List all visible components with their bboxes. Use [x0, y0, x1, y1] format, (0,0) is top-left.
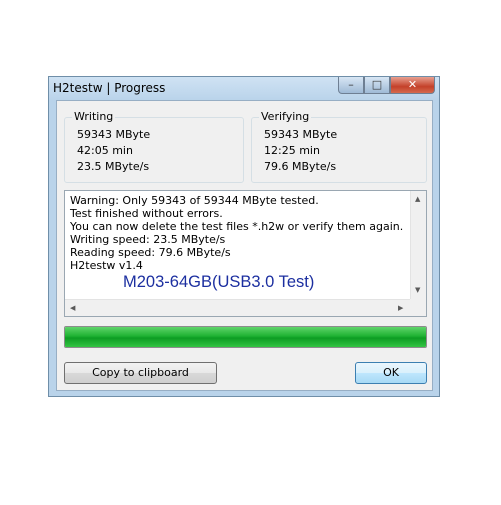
progress-window: H2testw | Progress – □ ✕ Writing 59343 M…	[48, 76, 440, 397]
scroll-right-icon[interactable]: ▶	[398, 304, 403, 312]
minimize-button[interactable]: –	[338, 77, 364, 94]
horizontal-scrollbar[interactable]: ◀ ▶	[65, 299, 411, 316]
verifying-time: 12:25 min	[264, 144, 320, 157]
writing-group: Writing 59343 MByte 42:05 min 23.5 MByte…	[64, 110, 244, 183]
ok-button[interactable]: OK	[355, 362, 427, 384]
log-line: Warning: Only 59343 of 59344 MByte teste…	[70, 194, 319, 207]
vertical-scrollbar[interactable]: ▲ ▼	[410, 191, 426, 299]
close-button[interactable]: ✕	[390, 77, 435, 94]
log-line: Writing speed: 23.5 MByte/s	[70, 233, 226, 246]
verifying-size: 59343 MByte	[264, 128, 338, 141]
scrollbar-corner	[410, 299, 426, 316]
window-title: H2testw | Progress	[53, 81, 166, 95]
writing-label: Writing	[72, 110, 116, 123]
title-bar[interactable]: H2testw | Progress – □ ✕	[49, 77, 439, 99]
scroll-left-icon[interactable]: ◀	[70, 304, 75, 312]
log-line: Test finished without errors.	[70, 207, 223, 220]
scroll-down-icon[interactable]: ▼	[415, 286, 420, 294]
overlay-caption: M203-64GB(USB3.0 Test)	[123, 273, 315, 291]
scroll-up-icon[interactable]: ▲	[415, 195, 420, 203]
maximize-button[interactable]: □	[364, 77, 390, 94]
writing-time: 42:05 min	[77, 144, 133, 157]
writing-speed: 23.5 MByte/s	[77, 160, 150, 173]
copy-to-clipboard-button[interactable]: Copy to clipboard	[64, 362, 217, 384]
log-line: You can now delete the test files *.h2w …	[70, 220, 404, 233]
verifying-group: Verifying 59343 MByte 12:25 min 79.6 MBy…	[251, 110, 427, 183]
log-line: Reading speed: 79.6 MByte/s	[70, 246, 231, 259]
progress-fill	[65, 327, 426, 347]
dialog-body: Writing 59343 MByte 42:05 min 23.5 MByte…	[56, 100, 433, 391]
writing-size: 59343 MByte	[77, 128, 151, 141]
verifying-speed: 79.6 MByte/s	[264, 160, 337, 173]
progress-bar	[64, 326, 427, 348]
verifying-label: Verifying	[259, 110, 312, 123]
log-output[interactable]: Warning: Only 59343 of 59344 MByte teste…	[64, 190, 427, 317]
log-line: H2testw v1.4	[70, 259, 143, 272]
